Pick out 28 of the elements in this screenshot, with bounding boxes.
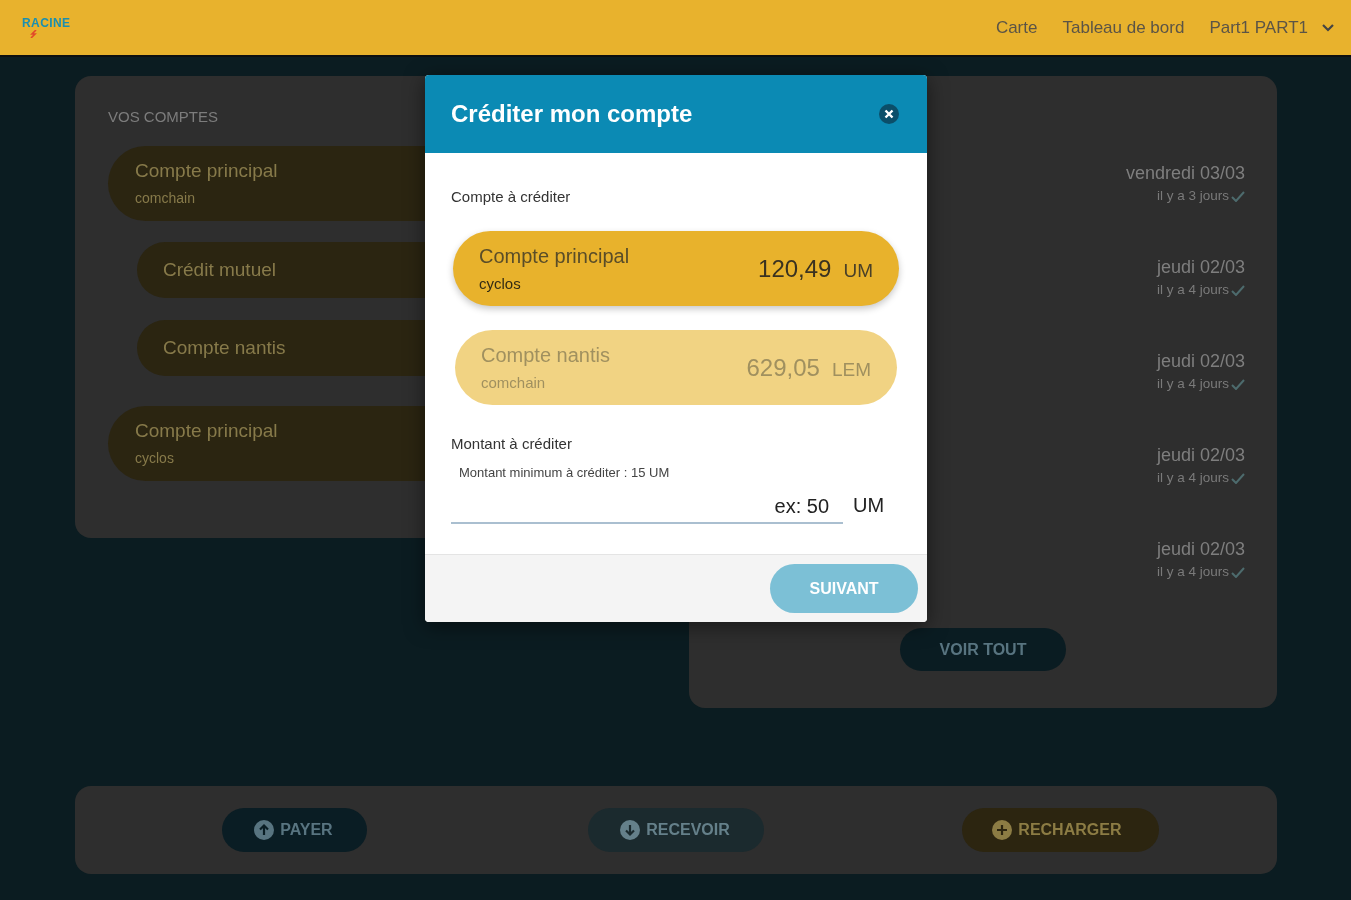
field-hint: Montant minimum à créditer : 15 UM xyxy=(459,464,670,482)
account-balance: 629,05 xyxy=(746,353,820,382)
account-network: cyclos xyxy=(135,449,174,468)
account-name: Crédit mutuel xyxy=(163,258,276,282)
account-name: Compte principal xyxy=(135,159,278,183)
account-name: Compte nantis xyxy=(481,342,610,367)
transaction-time: il y a 4 jours xyxy=(1156,281,1229,299)
account-balance: 120,49 xyxy=(758,254,832,283)
dialog-title: Créditer mon compte xyxy=(451,100,693,128)
transaction-time: il y a 4 jours xyxy=(1156,563,1229,581)
transaction-date: jeudi 02/03 xyxy=(1156,256,1245,278)
transaction-time: il y a 4 jours xyxy=(1156,469,1229,487)
account-name: Compte nantis xyxy=(163,336,286,360)
transaction-date: jeudi 02/03 xyxy=(1156,350,1245,372)
account-network: cyclos xyxy=(479,273,521,294)
currency-label: UM xyxy=(853,493,885,517)
account-name: Compte principal xyxy=(479,243,630,268)
transaction-date: vendredi 03/03 xyxy=(1125,162,1245,184)
transaction-date: jeudi 02/03 xyxy=(1156,444,1245,466)
account-network: comchain xyxy=(135,189,195,208)
transaction-time: il y a 4 jours xyxy=(1156,375,1229,393)
account-name: Compte principal xyxy=(135,419,278,443)
transaction-time: il y a 3 jours xyxy=(1156,187,1229,205)
currency-label: UM xyxy=(843,259,873,282)
transaction-date: jeudi 02/03 xyxy=(1156,538,1245,560)
section-title: VOS COMPTES xyxy=(108,107,219,127)
currency-label: LEM xyxy=(831,358,871,381)
account-network: comchain xyxy=(481,372,546,393)
